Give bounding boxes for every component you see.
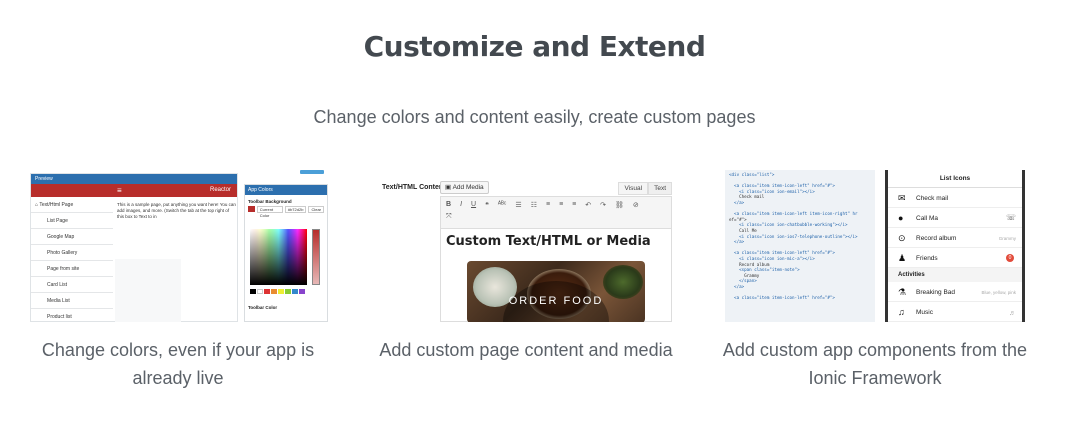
music-icon: ♫ bbox=[898, 307, 905, 317]
save-bar bbox=[300, 170, 324, 174]
caption-content: Add custom page content and media bbox=[379, 340, 673, 360]
app-brand: Reactor bbox=[209, 187, 231, 193]
food-image: ORDER FOOD bbox=[467, 261, 645, 322]
link-icon[interactable]: ⛓ bbox=[615, 201, 624, 213]
mail-icon: ✉ bbox=[898, 193, 906, 203]
list-item[interactable]: ♟ Friends 0 bbox=[888, 248, 1022, 268]
code-line: <i class="icon ion-ios7-telephone-outlin… bbox=[729, 233, 858, 239]
numbered-list-icon[interactable]: ☷ bbox=[531, 201, 537, 213]
flask-icon: ⚗ bbox=[898, 287, 907, 297]
toolbar-color-label: Toolbar Color bbox=[248, 305, 278, 310]
hamburger-icon[interactable]: ≡ bbox=[117, 186, 122, 195]
music-note-icon: ♬ bbox=[1009, 310, 1016, 317]
menu-item[interactable]: Google Map bbox=[31, 229, 113, 245]
content-field-label: Text/HTML Content bbox=[382, 184, 446, 191]
palette-swatches bbox=[250, 289, 305, 294]
color-picker[interactable] bbox=[250, 229, 307, 285]
editor-toolbar: B I U ❝ ᴬᴮᶜ ☰ ☷ ≡ ≡ ≡ ↶ ↷ ⛓ ⊘ ⤧ bbox=[441, 197, 671, 229]
order-food-text: ORDER FOOD bbox=[508, 295, 604, 307]
swatch[interactable] bbox=[271, 289, 277, 294]
swatch[interactable] bbox=[250, 289, 256, 294]
swatch[interactable] bbox=[292, 289, 298, 294]
quote-icon[interactable]: ❝ bbox=[485, 201, 489, 213]
hex-input[interactable]: #b72d2b bbox=[284, 206, 307, 213]
align-center-icon[interactable]: ≡ bbox=[559, 201, 563, 213]
caption-components: Add custom app components from the Ionic… bbox=[722, 340, 1028, 388]
list-item[interactable]: ✉ Check mail bbox=[888, 188, 1022, 208]
swatch[interactable] bbox=[264, 289, 270, 294]
preview-panel bbox=[115, 259, 181, 322]
current-color-swatch[interactable] bbox=[248, 206, 255, 212]
list-title: List Icons bbox=[888, 170, 1022, 188]
italic-icon[interactable]: I bbox=[460, 201, 462, 213]
swatch[interactable] bbox=[257, 289, 263, 294]
phone-icon: ☏ bbox=[1005, 213, 1016, 222]
color-controls: Current Color #b72d2b Clear bbox=[245, 206, 327, 218]
chat-icon: ● bbox=[898, 213, 904, 223]
underline-icon[interactable]: U bbox=[471, 201, 476, 213]
unlink-icon[interactable]: ⊘ bbox=[633, 201, 639, 213]
redo-icon[interactable]: ↷ bbox=[600, 201, 606, 213]
bullet-list-icon[interactable]: ☰ bbox=[515, 201, 521, 213]
swatch[interactable] bbox=[299, 289, 305, 294]
align-right-icon[interactable]: ≡ bbox=[572, 201, 576, 213]
list-divider: Activities bbox=[888, 268, 1022, 282]
caption-colors: Change colors, even if your app is alrea… bbox=[41, 340, 315, 388]
editor-tabs: Visual Text bbox=[618, 182, 672, 195]
add-media-button[interactable]: ▣ Add Media bbox=[440, 181, 489, 194]
list-item[interactable]: ⊙ Record album Grammy bbox=[888, 228, 1022, 248]
menu-item[interactable]: Page from site bbox=[31, 261, 113, 277]
mic-icon: ⊙ bbox=[898, 233, 906, 243]
list-item[interactable]: ⚗ Breaking Bad Blue, yellow, pink bbox=[888, 282, 1022, 302]
preview-body-text: This is a sample page, put anything you … bbox=[117, 202, 236, 219]
tab-text[interactable]: Text bbox=[648, 182, 672, 195]
align-left-icon[interactable]: ≡ bbox=[546, 201, 550, 213]
preview-menu: ⌂ Text/Html Page List Page Google Map Ph… bbox=[31, 197, 113, 322]
editor-box[interactable]: B I U ❝ ᴬᴮᶜ ☰ ☷ ≡ ≡ ≡ ↶ ↷ ⛓ ⊘ ⤧ Custom T… bbox=[440, 196, 672, 322]
list-item[interactable]: ● Call Ma ☏ bbox=[888, 208, 1022, 228]
food-bowl bbox=[603, 265, 643, 299]
app-preview: Preview ≡ Reactor ⌂ Text/Html Page List … bbox=[30, 173, 238, 322]
app-colors-title: App Colors bbox=[245, 185, 327, 195]
menu-item[interactable]: List Page bbox=[31, 213, 113, 229]
menu-item[interactable]: Photo Gallery bbox=[31, 245, 113, 261]
hue-slider[interactable] bbox=[312, 229, 320, 285]
menu-item[interactable]: Product list bbox=[31, 309, 113, 322]
preview-label: Preview bbox=[31, 174, 237, 184]
menu-item[interactable]: Card List bbox=[31, 277, 113, 293]
list-item[interactable]: ♫ Music ♬ bbox=[888, 302, 1022, 322]
section-subtitle: Change colors and content easily, create… bbox=[313, 107, 756, 127]
code-line: <a class="item item-icon-left item-icon-… bbox=[729, 211, 858, 217]
code-listing: <div class="list"> <a class="item item-i… bbox=[725, 170, 875, 322]
components-screenshot: <div class="list"> <a class="item item-i… bbox=[725, 170, 1027, 322]
swatch[interactable] bbox=[278, 289, 284, 294]
menu-item[interactable]: ⌂ Text/Html Page bbox=[31, 197, 113, 213]
count-badge: 0 bbox=[1006, 254, 1014, 262]
media-icon: ▣ bbox=[445, 184, 453, 191]
phone-preview: List Icons ✉ Check mail ● Call Ma ☏ ⊙ Re… bbox=[885, 170, 1025, 322]
bold-icon[interactable]: B bbox=[446, 201, 451, 213]
undo-icon[interactable]: ↶ bbox=[585, 201, 591, 213]
app-colors-panel: App Colors Toolbar Background Current Co… bbox=[244, 184, 328, 322]
colors-screenshot: Preview ≡ Reactor ⌂ Text/Html Page List … bbox=[30, 170, 328, 322]
current-color-button[interactable]: Current Color bbox=[256, 206, 283, 218]
section-title: Customize and Extend bbox=[363, 30, 706, 63]
editor-screenshot: Text/HTML Content ▣ Add Media Visual Tex… bbox=[378, 170, 674, 322]
item-note: Grammy bbox=[998, 236, 1016, 241]
toolbar-background-label: Toolbar Background bbox=[248, 199, 292, 204]
swatch[interactable] bbox=[285, 289, 291, 294]
code-line: <a class="item item-icon-left" href="#"> bbox=[729, 295, 835, 301]
clear-button[interactable]: Clear bbox=[308, 206, 324, 213]
item-note: Blue, yellow, pink bbox=[981, 290, 1016, 295]
app-toolbar: ≡ Reactor bbox=[31, 184, 237, 197]
people-icon: ♟ bbox=[898, 253, 907, 263]
menu-item[interactable]: Media List bbox=[31, 293, 113, 309]
strikethrough-icon[interactable]: ᴬᴮᶜ bbox=[498, 201, 507, 213]
tab-visual[interactable]: Visual bbox=[618, 182, 649, 195]
editor-heading: Custom Text/HTML or Media bbox=[446, 234, 651, 249]
fullscreen-icon[interactable]: ⤧ bbox=[446, 213, 452, 225]
